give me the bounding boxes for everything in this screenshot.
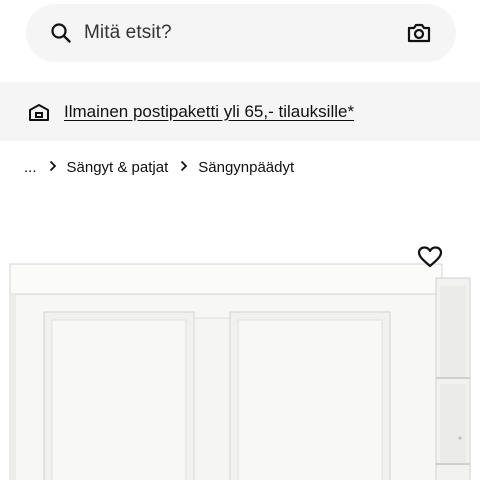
promo-link[interactable]: Ilmainen postipaketti yli 65,- tilauksil…: [64, 102, 354, 122]
breadcrumb: ... Sängyt & patjat Sängynpäädyt: [24, 155, 294, 179]
search-input[interactable]: Mitä etsit?: [84, 22, 406, 44]
chevron-right-icon: [49, 159, 57, 175]
breadcrumb-item-more[interactable]: ...: [24, 159, 37, 176]
white-headboard-image[interactable]: [0, 238, 480, 480]
search-icon: [50, 22, 72, 44]
favorite-button[interactable]: [416, 243, 444, 271]
heart-icon: [417, 245, 443, 269]
breadcrumb-item-sangynpaadyt[interactable]: Sängynpäädyt: [198, 159, 294, 176]
breadcrumb-item-sangyt-patjat[interactable]: Sängyt & patjat: [67, 159, 169, 176]
camera-icon[interactable]: [406, 20, 432, 46]
promo-banner[interactable]: Ilmainen postipaketti yli 65,- tilauksil…: [0, 82, 480, 141]
search-bar[interactable]: Mitä etsit?: [26, 4, 456, 62]
chevron-right-icon: [180, 159, 188, 175]
truck-icon: [28, 101, 50, 123]
